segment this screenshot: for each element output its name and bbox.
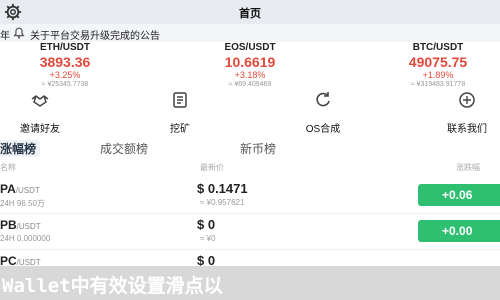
header-pair: 名称 [0, 163, 16, 172]
table-row[interactable]: PB/USDT 24H 0.000000 $ 0 ≈ ¥0 +0.00 [0, 214, 500, 250]
ticker-change: +1.89% [422, 70, 454, 80]
header-price: 最新价 [200, 163, 224, 172]
pair-price: $ 0.1471 [197, 181, 248, 196]
invite-friends-button[interactable]: 邀请好友 [0, 90, 80, 135]
banner-text: Wallet中有效设置滑点以 [2, 275, 223, 297]
tab-volume[interactable]: 成交额榜 [100, 140, 148, 157]
pair-cny-price: ≈ ¥0.957621 [200, 198, 245, 207]
ticker-price: 3893.36 [39, 54, 91, 70]
quick-actions: 邀请好友 挖矿 OS合成 联系我们 [0, 90, 500, 135]
bell-icon [13, 27, 25, 39]
pair-volume: 24H 0.000000 [0, 234, 51, 243]
tab-gainers[interactable]: 涨幅榜 [0, 140, 41, 157]
ticker-eth[interactable]: ETH/USDT 3893.36 +3.25% ≈ ¥25345.7738 [5, 42, 125, 89]
overlay-banner: Wallet中有效设置滑点以 [0, 266, 500, 300]
ticker-eos[interactable]: EOS/USDT 10.6619 +3.18% ≈ ¥69.409469 [190, 42, 310, 89]
mining-button[interactable]: 挖矿 [140, 90, 220, 135]
contact-icon [459, 92, 475, 108]
ticker-change: +3.18% [234, 70, 266, 80]
pair-name: PB/USDT [0, 218, 41, 232]
quick-label: OS合成 [305, 124, 341, 135]
os-synthesis-button[interactable]: OS合成 [283, 90, 363, 135]
top-header: 首页 [0, 0, 500, 24]
ticker-volume: ≈ ¥25345.7738 [41, 81, 89, 88]
ticker-volume: ≈ ¥319483.91778 [410, 81, 466, 88]
ticker-strip: ETH/USDT 3893.36 +3.25% ≈ ¥25345.7738 EO… [0, 42, 500, 89]
ticker-symbol: EOS/USDT [224, 42, 276, 53]
quick-label: 挖矿 [170, 124, 190, 135]
ticker-price: 10.6619 [224, 54, 276, 70]
change-badge[interactable]: +0.00 [418, 220, 500, 242]
ticker-change: +3.25% [49, 70, 81, 80]
market-tabs: 涨幅榜 成交额榜 新币榜 [0, 138, 500, 160]
notice-lead: 年 [0, 31, 10, 42]
ticker-symbol: BTC/USDT [412, 42, 464, 53]
announcement-text: 关于平台交易升级完成的公告 [30, 31, 160, 42]
quick-label: 联系我们 [447, 124, 487, 135]
table-header: 名称 最新价 涨跌幅 [0, 160, 500, 174]
ticker-price: 49075.75 [408, 54, 468, 70]
contact-us-button[interactable]: 联系我们 [427, 90, 500, 135]
ticker-symbol: ETH/USDT [40, 42, 90, 53]
announcement-bar[interactable]: 年 关于平台交易升级完成的公告 [0, 24, 500, 42]
pair-cny-price: ≈ ¥0 [200, 234, 216, 243]
quick-label: 邀请好友 [20, 124, 60, 135]
pair-price: $ 0 [197, 217, 216, 232]
page-title: 首页 [239, 8, 261, 20]
refresh-icon [316, 92, 330, 107]
handshake-icon [31, 95, 49, 107]
tab-new-coins[interactable]: 新币榜 [240, 140, 276, 157]
header-change: 涨跌幅 [456, 163, 480, 172]
mining-icon [173, 92, 187, 108]
pair-name: PA/USDT [0, 182, 40, 196]
ticker-btc[interactable]: BTC/USDT 49075.75 +1.89% ≈ ¥319483.91778 [378, 42, 498, 89]
table-row[interactable]: PA/USDT 24H 96.50万 $ 0.1471 ≈ ¥0.957621 … [0, 178, 500, 214]
ticker-volume: ≈ ¥69.409469 [228, 81, 272, 88]
change-badge[interactable]: +0.06 [418, 184, 500, 206]
pair-volume: 24H 96.50万 [0, 199, 45, 208]
